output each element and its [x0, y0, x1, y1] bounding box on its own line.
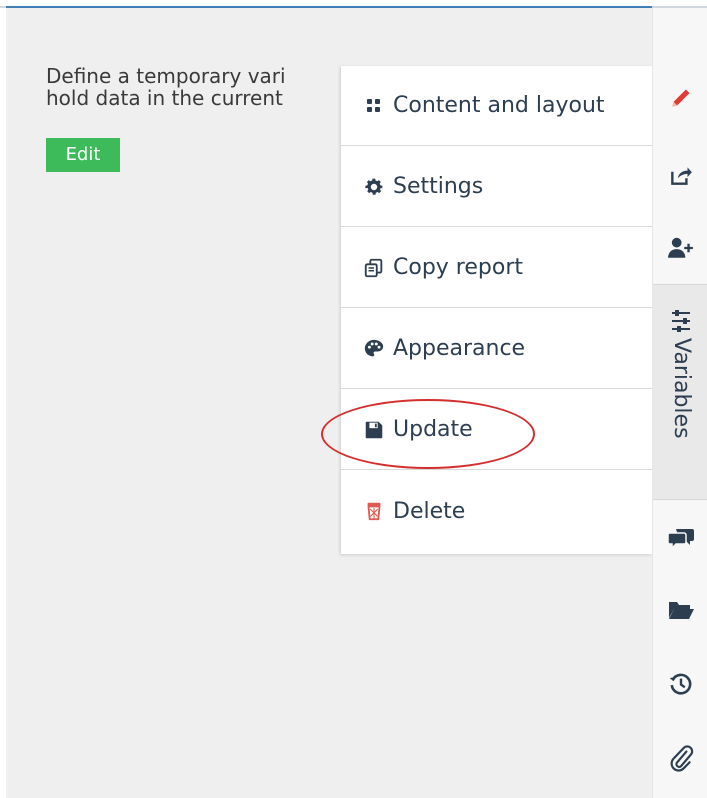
- edit-button[interactable]: Edit: [46, 138, 120, 172]
- paperclip-icon[interactable]: [653, 736, 707, 780]
- comments-icon[interactable]: [653, 516, 707, 560]
- copy-icon: [361, 255, 387, 281]
- menu-item-label: Update: [393, 417, 473, 442]
- pencil-icon[interactable]: [653, 76, 707, 120]
- menu-item-label: Delete: [393, 498, 466, 524]
- variable-description: Define a temporary vari hold data in the…: [46, 65, 286, 109]
- save-icon: [361, 417, 387, 443]
- context-menu: Content and layout Settings Copy report: [341, 66, 652, 554]
- trash-icon: [361, 498, 387, 524]
- grid-icon: [361, 93, 387, 119]
- gear-icon: [361, 174, 387, 200]
- menu-item-label: Appearance: [393, 336, 526, 361]
- palette-icon: [361, 336, 387, 362]
- folder-open-icon[interactable]: [653, 588, 707, 632]
- menu-item-label: Copy report: [393, 255, 523, 280]
- share-icon[interactable]: [653, 153, 707, 197]
- menu-item-delete[interactable]: Delete: [341, 471, 652, 551]
- menu-item-label: Content and layout: [393, 93, 605, 118]
- sliders-icon: [653, 299, 707, 343]
- menu-item-content-and-layout[interactable]: Content and layout: [341, 66, 652, 146]
- history-icon[interactable]: [653, 662, 707, 706]
- report-editor: Define a temporary vari hold data in the…: [0, 0, 707, 798]
- add-user-icon[interactable]: [653, 226, 707, 270]
- menu-item-appearance[interactable]: Appearance: [341, 309, 652, 389]
- right-toolbar: Variables: [652, 8, 707, 798]
- menu-item-settings[interactable]: Settings: [341, 147, 652, 227]
- menu-item-update[interactable]: Update: [341, 390, 652, 470]
- menu-item-label: Settings: [393, 174, 484, 199]
- variables-tab-label: Variables: [669, 338, 694, 439]
- menu-item-copy-report[interactable]: Copy report: [341, 228, 652, 308]
